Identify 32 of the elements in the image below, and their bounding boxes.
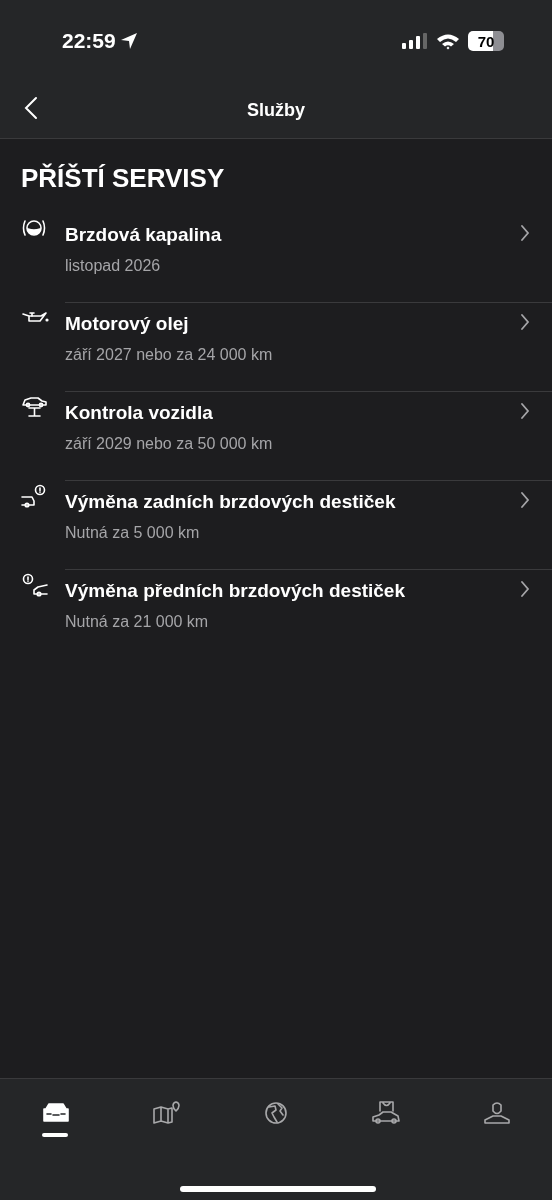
service-title: Brzdová kapalina bbox=[65, 223, 223, 247]
service-item[interactable]: Motorový olej září 2027 nebo za 24 000 km bbox=[0, 303, 552, 392]
service-due: Nutná za 5 000 km bbox=[65, 522, 201, 543]
service-title: Výměna předních brzdových destiček bbox=[65, 579, 406, 603]
service-title: Výměna zadních brzdových destiček bbox=[65, 490, 397, 514]
service-title: Motorový olej bbox=[65, 312, 190, 336]
selected-indicator bbox=[42, 1133, 69, 1137]
service-due: září 2029 nebo za 50 000 km bbox=[65, 433, 274, 454]
chevron-right-icon bbox=[520, 492, 530, 508]
service-due: Nutná za 21 000 km bbox=[65, 611, 210, 632]
location-arrow-icon bbox=[119, 32, 138, 50]
back-chevron-icon bbox=[24, 96, 38, 120]
battery-indicator: 70 bbox=[468, 31, 504, 51]
service-due: listopad 2026 bbox=[65, 255, 162, 276]
chevron-right-icon bbox=[520, 581, 530, 597]
service-item[interactable]: Výměna zadních brzdových destiček Nutná za 5 000 km bbox=[0, 481, 552, 570]
service-title: Kontrola vozidla bbox=[65, 401, 214, 425]
service-item[interactable]: Brzdová kapalina listopad 2026 bbox=[0, 214, 552, 303]
chevron-right-icon bbox=[520, 225, 530, 241]
page-title: Služby bbox=[247, 98, 305, 122]
status-time: 22:59 bbox=[62, 28, 116, 55]
service-due: září 2027 nebo za 24 000 km bbox=[65, 344, 274, 365]
signal-icon bbox=[402, 33, 428, 49]
service-item[interactable]: Výměna předních brzdových destiček Nutná za 21 000 km bbox=[0, 570, 552, 659]
wifi-icon bbox=[436, 32, 460, 50]
service-item[interactable]: Kontrola vozidla září 2029 nebo za 50 000 km bbox=[0, 392, 552, 481]
chevron-right-icon bbox=[520, 403, 530, 419]
section-title: PŘÍŠTÍ SERVISY bbox=[20, 162, 226, 195]
front-brake-warning-icon bbox=[20, 572, 50, 598]
back-button[interactable] bbox=[24, 96, 38, 120]
car-on-lift-icon bbox=[20, 394, 50, 420]
chevron-right-icon bbox=[520, 314, 530, 330]
